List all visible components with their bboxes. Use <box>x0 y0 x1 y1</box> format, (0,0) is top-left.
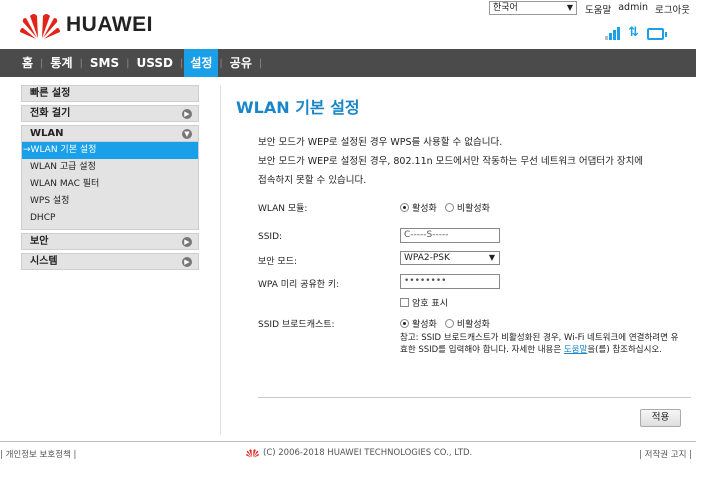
brand-name: HUAWEI <box>66 13 153 36</box>
security-mode-value: WPA2-PSK <box>404 253 450 263</box>
nav-share[interactable]: 공유 <box>230 49 252 77</box>
huawei-mini-logo-icon <box>246 448 259 458</box>
wlan-module-label: WLAN 모듈: <box>258 204 308 214</box>
collapse-icon: ▼ <box>182 129 192 139</box>
expand-icon: ▶ <box>182 109 192 119</box>
language-select[interactable]: 한국어 ▼ <box>489 1 577 15</box>
privacy-policy-link[interactable]: | 개인정보 보호정책 | <box>0 448 76 460</box>
broadcast-disable-radio[interactable] <box>444 319 454 328</box>
expand-icon: ▶ <box>182 257 192 267</box>
sidebar-item-security[interactable]: 보안 ▶ <box>21 233 199 250</box>
logout-link[interactable]: 로그아웃 <box>655 2 690 16</box>
broadcast-enable-radio[interactable] <box>400 319 409 328</box>
help-link-inline[interactable]: 도움말 <box>564 345 587 355</box>
submenu-wlan-advanced[interactable]: WLAN 고급 설정 <box>22 159 198 176</box>
expand-icon: ▶ <box>182 237 192 247</box>
help-link[interactable]: 도움말 <box>585 2 611 16</box>
sidebar-item-label: 전화 걸기 <box>30 108 71 119</box>
dropdown-arrow-icon: ▼ <box>566 3 573 12</box>
sidebar-item-wlan[interactable]: WLAN ▼ <box>21 125 199 142</box>
security-mode-label: 보안 모드: <box>258 257 298 267</box>
sidebar-item-label: 보안 <box>30 236 49 247</box>
security-mode-select[interactable]: WPA2-PSK ▼ <box>400 251 500 265</box>
language-value: 한국어 <box>493 3 518 13</box>
sidebar-item-label: 시스템 <box>30 256 58 267</box>
ssid-broadcast-label: SSID 브로드캐스트: <box>258 320 335 330</box>
show-password-checkbox[interactable] <box>400 298 409 307</box>
sidebar-item-dial[interactable]: 전화 걸기 ▶ <box>21 105 199 122</box>
wpa-key-label: WPA 미리 공유한 키: <box>258 280 340 290</box>
nav-statistics[interactable]: 통계 <box>50 49 72 77</box>
description-line: 보안 모드가 WEP로 설정된 경우 WPS를 사용할 수 없습니다. <box>258 137 503 148</box>
sidebar-item-system[interactable]: 시스템 ▶ <box>21 253 199 270</box>
description: 보안 모드가 WEP로 설정된 경우 WPS를 사용할 수 없습니다. 보안 모… <box>258 133 688 190</box>
submenu-wlan-mac-filter[interactable]: WLAN MAC 필터 <box>22 176 198 193</box>
footer: | 개인정보 보호정책 | (C) 2006-2018 HUAWEI TECHN… <box>0 441 696 463</box>
show-password-row: 암호 표시 <box>400 296 448 309</box>
nav-settings[interactable]: 설정 <box>184 49 219 77</box>
ssid-input[interactable]: C-----S----- <box>400 228 500 243</box>
status-icons: ⇅ <box>605 24 667 40</box>
sidebar-item-label: WLAN <box>30 128 64 139</box>
content-divider <box>220 85 221 435</box>
signal-icon <box>605 26 620 40</box>
nav-sms[interactable]: SMS <box>90 49 119 77</box>
description-line: 접속하지 못할 수 있습니다. <box>258 175 367 186</box>
wlan-enable-radio[interactable] <box>400 203 409 212</box>
wlan-submenu: →WLAN 기본 설정 WLAN 고급 설정 WLAN MAC 필터 WPS 설… <box>21 142 199 230</box>
ssid-label: SSID: <box>258 232 283 242</box>
wpa-key-input[interactable]: •••••••• <box>400 274 500 289</box>
huawei-logo: HUAWEI <box>20 10 153 40</box>
submenu-dhcp[interactable]: DHCP <box>22 210 198 227</box>
wlan-disable-radio[interactable] <box>444 203 454 212</box>
wlan-module-radio-group: 활성화 비활성화 <box>400 201 494 214</box>
data-transfer-icon: ⇅ <box>628 25 639 40</box>
radio-label: 활성화 <box>412 320 437 330</box>
submenu-wlan-basic[interactable]: →WLAN 기본 설정 <box>22 142 198 159</box>
username-label: admin <box>618 2 649 13</box>
description-line: 보안 모드가 WEP로 설정된 경우, 802.11n 모드에서만 작동하는 무… <box>258 156 644 167</box>
main-nav: 홈 | 통계 | SMS | USSD | 설정 | 공유 | <box>0 49 696 77</box>
form-divider <box>258 397 691 398</box>
copyright: (C) 2006-2018 HUAWEI TECHNOLOGIES CO., L… <box>246 448 472 458</box>
apply-button[interactable]: 적용 <box>640 409 681 427</box>
wifi-display-icon <box>646 28 667 40</box>
show-password-label: 암호 표시 <box>412 299 448 309</box>
sidebar: 빠른 설정 전화 걸기 ▶ WLAN ▼ →WLAN 기본 설정 WLAN 고급… <box>21 85 199 273</box>
copyright-text: (C) 2006-2018 HUAWEI TECHNOLOGIES CO., L… <box>263 448 473 458</box>
top-links: 도움말 admin 로그아웃 <box>585 2 690 16</box>
dropdown-arrow-icon: ▼ <box>488 253 495 262</box>
note-text: 을(를) 참조하십시오. <box>587 344 662 355</box>
radio-label: 비활성화 <box>456 204 490 214</box>
ssid-broadcast-radio-group: 활성화 비활성화 <box>400 317 494 330</box>
nav-home[interactable]: 홈 <box>22 49 33 77</box>
page-title: WLAN 기본 설정 <box>236 98 360 117</box>
nav-ussd[interactable]: USSD <box>137 49 173 77</box>
sidebar-item-quick-setup[interactable]: 빠른 설정 <box>21 85 199 102</box>
copyright-notice-link[interactable]: | 저작권 고지 | <box>639 448 692 460</box>
radio-label: 활성화 <box>412 204 437 214</box>
ssid-broadcast-note: 참고: SSID 브로드캐스트가 비활성화된 경우, Wi-Fi 네트워크에 연… <box>400 333 680 356</box>
submenu-wps[interactable]: WPS 설정 <box>22 193 198 210</box>
sidebar-item-label: 빠른 설정 <box>30 88 71 99</box>
huawei-flower-icon <box>20 14 60 39</box>
radio-label: 비활성화 <box>456 320 490 330</box>
